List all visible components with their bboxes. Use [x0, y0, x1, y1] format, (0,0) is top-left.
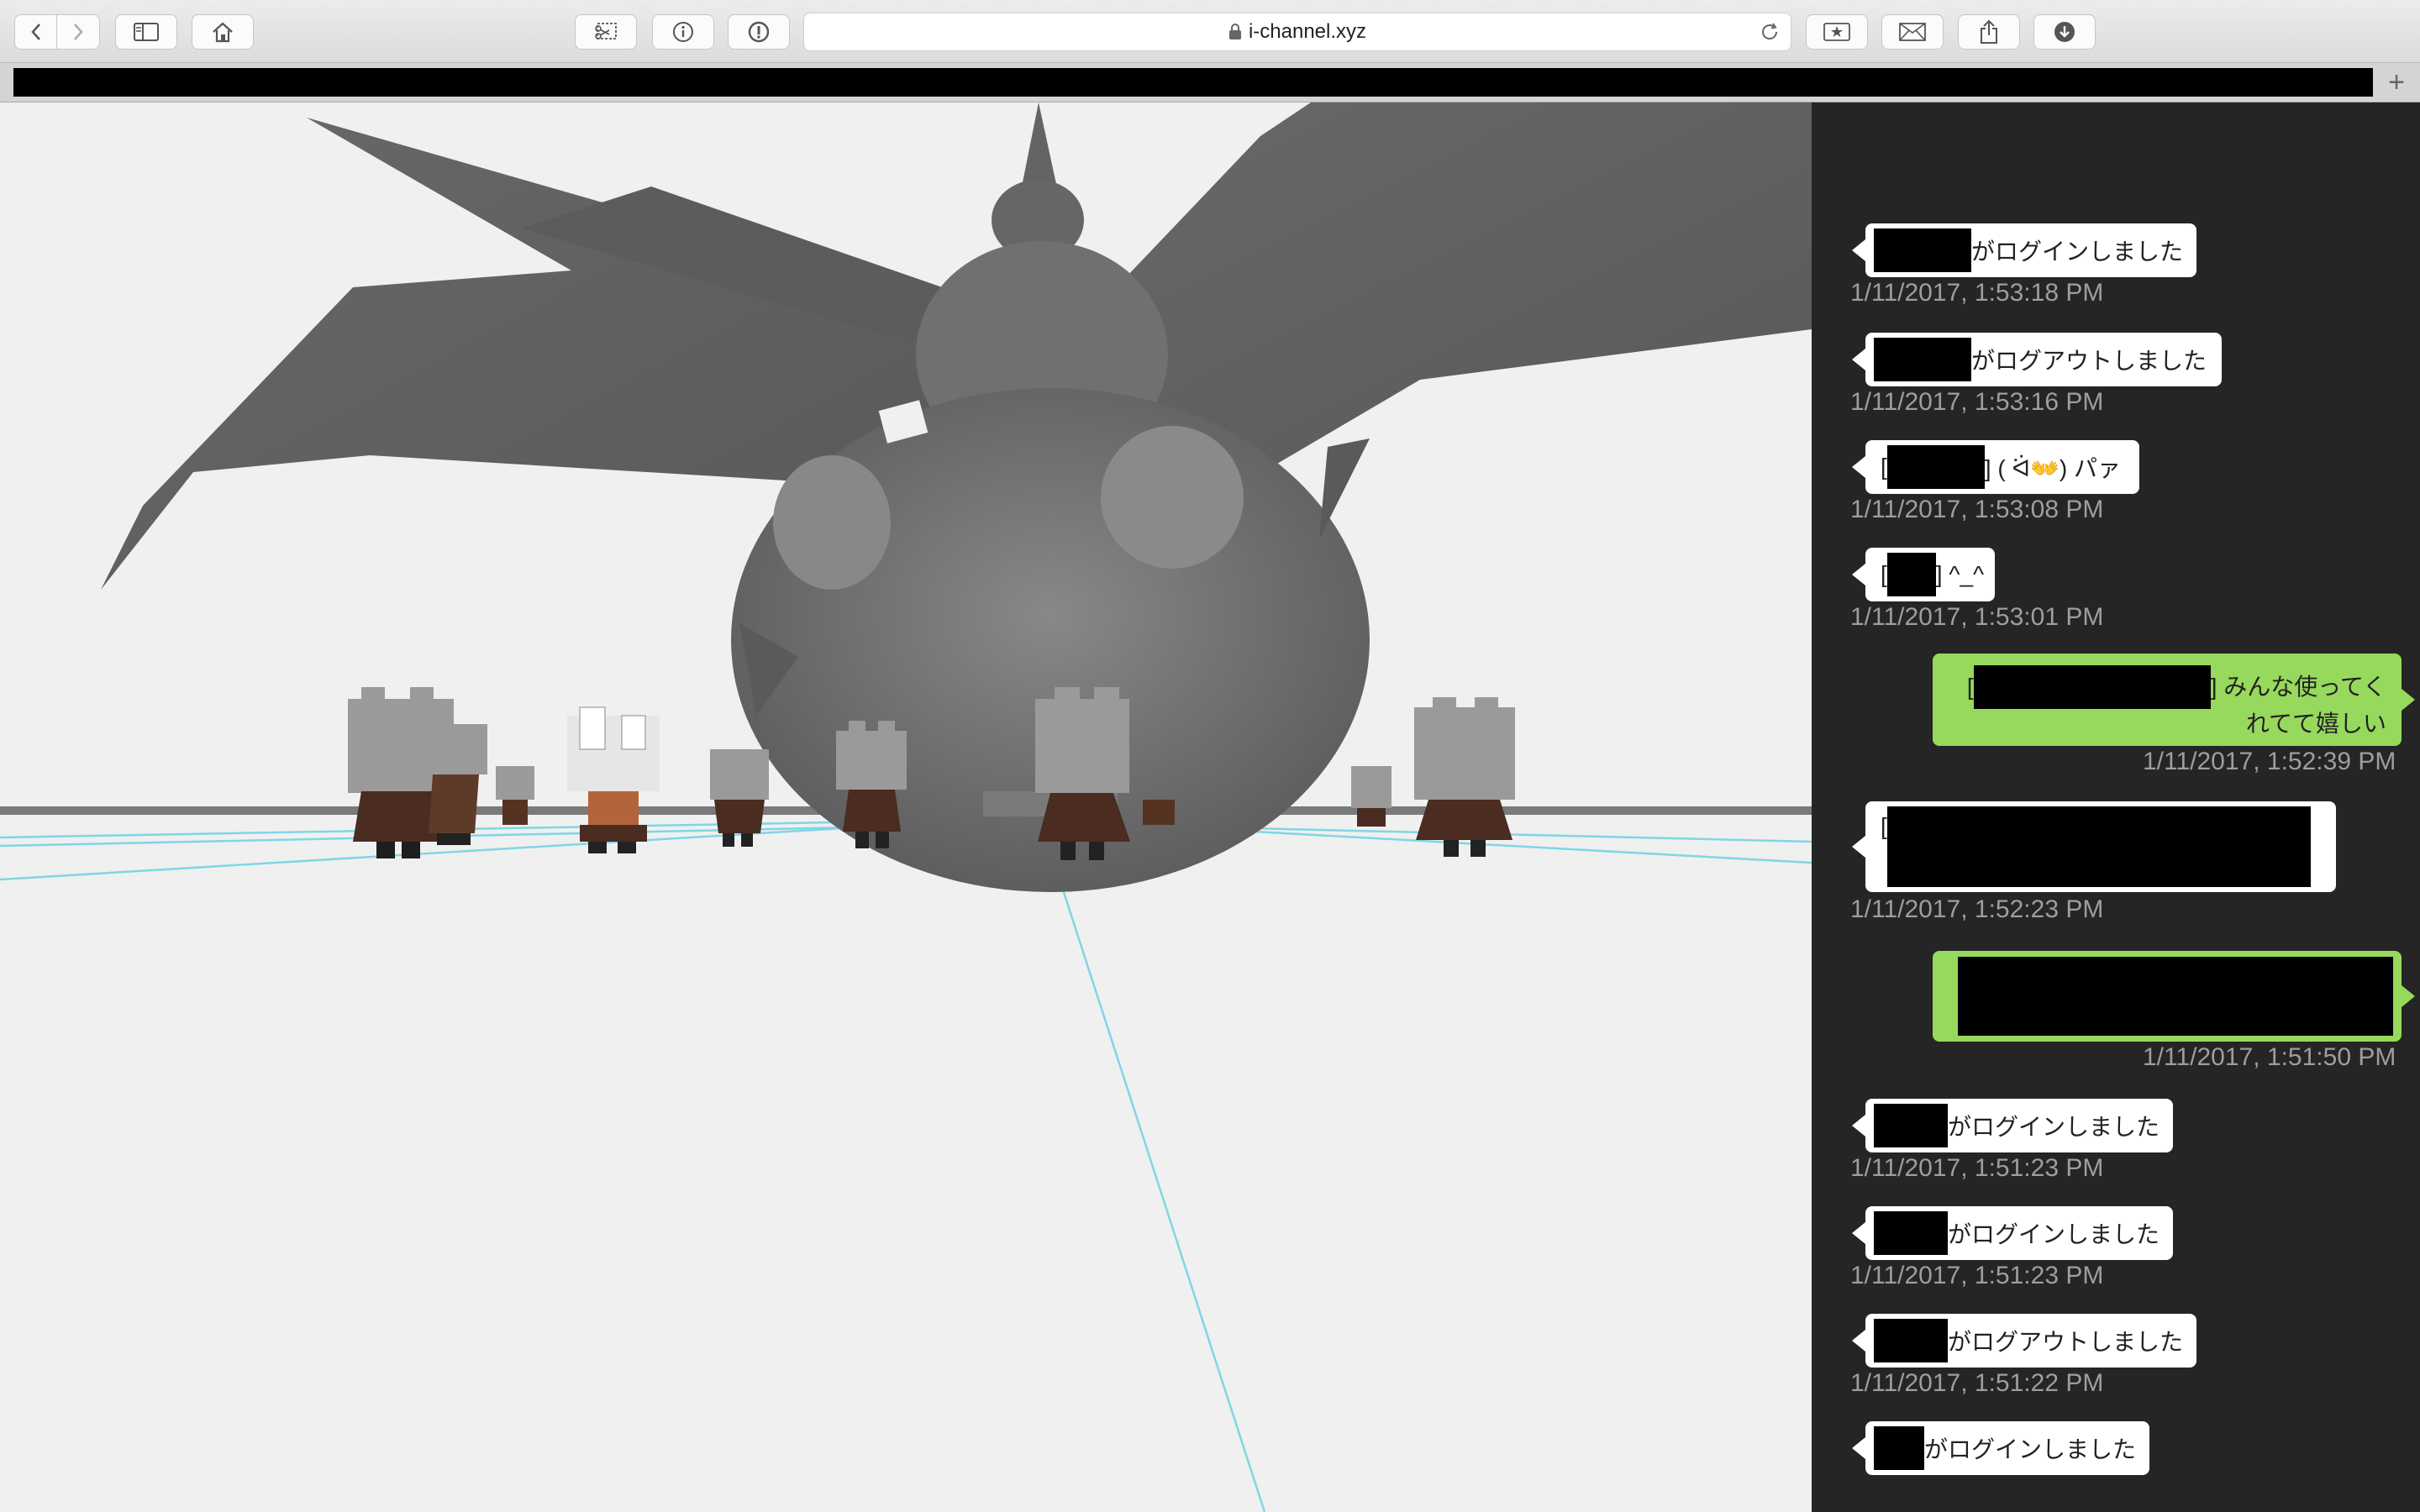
redacted-username [1973, 665, 2211, 709]
forward-button[interactable] [57, 14, 100, 50]
home-button[interactable] [192, 14, 254, 50]
redacted-username [1874, 1104, 1948, 1147]
chat-bubble: がログインしました [1852, 1099, 2173, 1152]
tab-bar: + [0, 63, 2420, 102]
redacted-username [1874, 1426, 1924, 1470]
redacted-username [1874, 1319, 1948, 1362]
message-text: ] ^_^ [1935, 561, 1985, 587]
message-text: がログアウトしました [1971, 348, 2207, 374]
avatar [710, 749, 769, 847]
downloads-button[interactable] [2033, 14, 2096, 50]
floor-grid [0, 819, 1812, 1512]
plus-icon: + [2388, 66, 2405, 98]
password-manager-button[interactable] [728, 14, 790, 50]
back-button[interactable] [14, 14, 57, 50]
sidebar-button[interactable] [115, 14, 177, 50]
chat-bubble: がログアウトしました [1852, 1314, 2196, 1368]
chat-bubble: [ [1852, 801, 2336, 892]
message-timestamp: 1/11/2017, 1:53:18 PM [1850, 279, 2104, 307]
chat-bubble: [ ] ( ᐛ👐) パァ [1852, 440, 2139, 494]
redacted-username [1874, 338, 1971, 381]
message-timestamp: 1/11/2017, 1:51:23 PM [1850, 1154, 2104, 1182]
chevron-right-icon [74, 24, 83, 40]
message-text: がログインしました [1948, 1221, 2160, 1247]
avatar [1351, 766, 1392, 827]
message-timestamp: 1/11/2017, 1:53:08 PM [1850, 496, 2104, 523]
message-text: がログインしました [1971, 239, 2184, 265]
sidebar-icon [134, 23, 159, 41]
chat-bubble-own [1933, 951, 2415, 1042]
redacted-username [1874, 228, 1971, 272]
chevron-left-icon [30, 24, 40, 40]
message-prefix: [ [1881, 454, 1887, 480]
3d-scene-canvas[interactable] [0, 102, 1812, 1512]
message-text: がログインしました [1948, 1114, 2160, 1140]
message-timestamp: 1/11/2017, 1:53:01 PM [1850, 603, 2104, 631]
bookmark-button[interactable] [1806, 14, 1868, 50]
message-timestamp: 1/11/2017, 1:52:23 PM [1850, 895, 2104, 923]
message-timestamp: 1/11/2017, 1:52:39 PM [2143, 748, 2396, 775]
chat-bubble: がログアウトしました [1852, 333, 2222, 386]
tab-title-redacted[interactable] [13, 68, 2373, 97]
message-text: ] みんな使ってく [2210, 674, 2386, 700]
share-button[interactable] [1958, 14, 2020, 50]
left-eye [773, 455, 891, 590]
mail-icon [1899, 23, 1926, 41]
info-icon [673, 22, 693, 42]
url-text: i-channel.xyz [1248, 20, 1367, 43]
chat-panel[interactable]: がログインしました 1/11/2017, 1:53:18 PM がログアウトしま… [1812, 102, 2420, 1512]
message-text: がログインしました [1924, 1436, 2137, 1462]
nav-buttons [14, 14, 100, 50]
right-wing [1092, 102, 1812, 464]
avatar [1035, 687, 1130, 860]
screenshot-icon [595, 23, 617, 39]
message-timestamp: 1/11/2017, 1:51:22 PM [1850, 1369, 2104, 1397]
download-icon [2054, 22, 2075, 42]
avatar [836, 721, 907, 848]
message-text: がログアウトしました [1948, 1329, 2184, 1355]
redacted-message [1958, 957, 2393, 1036]
home-icon [213, 22, 233, 43]
redacted-username [1886, 445, 1985, 489]
browser-toolbar: i-channel.xyz [0, 0, 2420, 63]
bookmark-icon [1823, 23, 1850, 41]
avatar [1414, 697, 1515, 857]
new-tab-button[interactable]: + [2380, 66, 2413, 98]
message-timestamp: 1/11/2017, 1:53:16 PM [1850, 388, 2104, 416]
message-prefix: [ [1881, 813, 1887, 839]
lock-icon [1228, 24, 1241, 39]
message-prefix: [ [1966, 674, 1974, 700]
message-text: ] ( ᐛ👐) パァ [1984, 455, 2121, 481]
chat-bubble: がログインしました [1852, 1421, 2149, 1475]
password-icon [748, 21, 770, 43]
message-text-line2: れてて嬉しい [2245, 711, 2386, 737]
scene-render [0, 102, 1812, 1512]
message-prefix: [ [1881, 561, 1887, 587]
message-timestamp: 1/11/2017, 1:51:23 PM [1850, 1262, 2104, 1289]
chat-bubble: [ ] ^_^ [1852, 548, 1995, 601]
right-eye [1101, 426, 1244, 569]
reload-button[interactable] [1759, 21, 1781, 47]
avatar [496, 766, 534, 825]
chat-bubble: がログインしました [1852, 1206, 2173, 1260]
address-bar[interactable]: i-channel.xyz [803, 13, 1791, 51]
avatar [567, 706, 660, 853]
chat-bubble: がログインしました [1852, 223, 2196, 277]
avatar [1143, 800, 1175, 825]
info-button[interactable] [652, 14, 714, 50]
chat-bubble-own: [ ] みんな使ってく れてて嬉しい [1933, 654, 2415, 746]
reload-icon [1762, 23, 1778, 39]
mail-button[interactable] [1881, 14, 1944, 50]
message-timestamp: 1/11/2017, 1:51:50 PM [2143, 1043, 2396, 1071]
redacted-username [1886, 553, 1936, 596]
share-icon [1981, 19, 1997, 44]
screenshot-button[interactable] [575, 14, 637, 50]
avatar [429, 724, 487, 845]
redacted-message [1886, 806, 2311, 887]
redacted-username [1874, 1211, 1948, 1255]
